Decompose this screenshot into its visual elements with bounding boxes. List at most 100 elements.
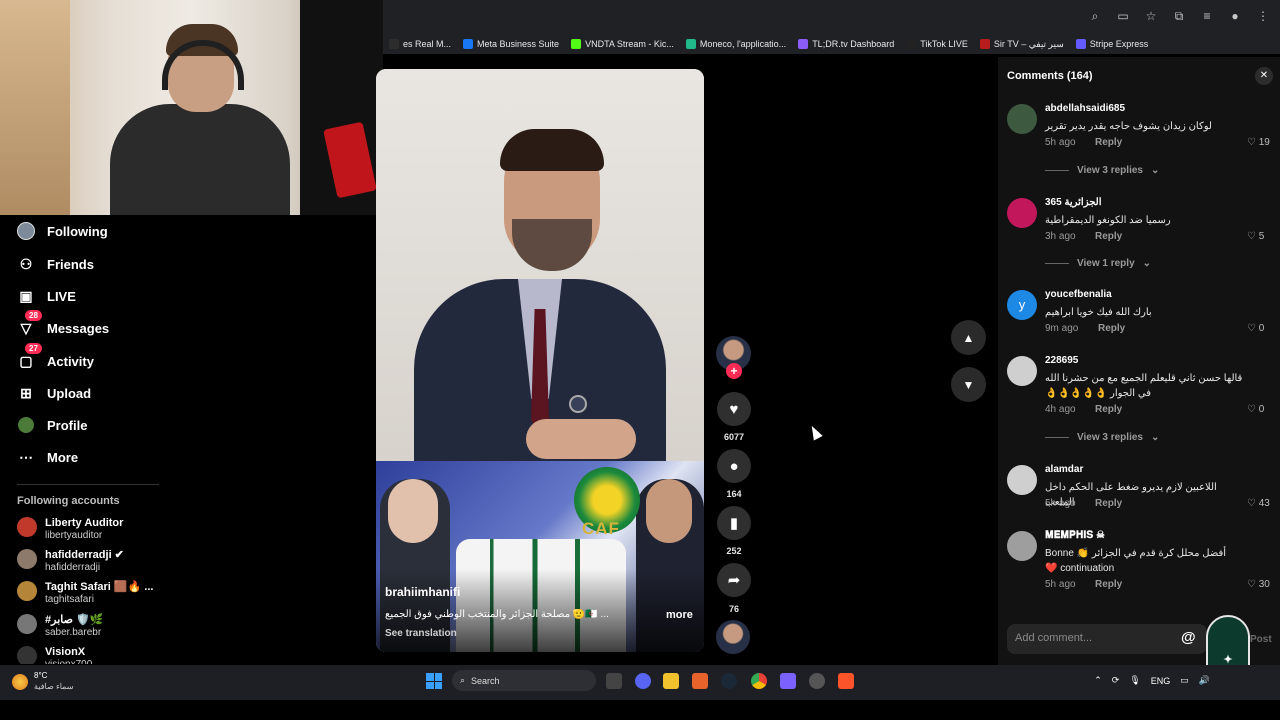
following-account[interactable]: hafidderradji ✔ hafidderradji: [17, 549, 124, 574]
profile-avatar-icon[interactable]: ●: [1228, 9, 1242, 23]
comment-like[interactable]: ♡ 30: [1247, 579, 1270, 590]
previous-video-button[interactable]: ▲: [951, 320, 986, 355]
nav-friends[interactable]: ⚇ Friends: [17, 255, 94, 273]
weather-sun-icon[interactable]: [12, 674, 28, 690]
avatar[interactable]: [1007, 531, 1037, 561]
like-button[interactable]: ♥: [717, 392, 751, 426]
comment-username[interactable]: الجزائرية 365: [1045, 197, 1102, 208]
view-replies-button[interactable]: View 3 replies ⌄: [1045, 432, 1159, 443]
nav-messages[interactable]: ▽ 28 Messages: [17, 310, 109, 337]
view-replies-button[interactable]: View 1 reply ⌄: [1045, 258, 1151, 269]
task-view-icon[interactable]: [606, 673, 622, 689]
chrome-icon[interactable]: [751, 673, 767, 689]
zoom-icon[interactable]: ⌕: [1088, 9, 1102, 23]
comment-like[interactable]: ♡ 0: [1247, 323, 1264, 334]
cast-icon[interactable]: ▭: [1116, 9, 1130, 23]
avatar[interactable]: [1007, 104, 1037, 134]
display-icon[interactable]: ▭: [1180, 675, 1189, 686]
comment-username[interactable]: youcefbenalia: [1045, 289, 1112, 300]
music-disc-avatar[interactable]: [716, 620, 750, 654]
volume-icon[interactable]: 🔊: [1199, 675, 1210, 686]
bookmark[interactable]: TikTok LIVE: [900, 39, 974, 49]
comment-username[interactable]: abdellahsaidi685: [1045, 103, 1125, 114]
nav-following[interactable]: Following: [17, 222, 108, 240]
address-bar[interactable]: [383, 5, 1083, 31]
windows-start-icon[interactable]: [426, 673, 442, 689]
sync-icon[interactable]: ⟳: [1112, 675, 1120, 686]
comment-username[interactable]: 228695: [1045, 355, 1078, 366]
comment-like[interactable]: ♡ 0: [1247, 404, 1264, 415]
divider-line: [1045, 437, 1069, 438]
nav-upload[interactable]: ⊞ Upload: [17, 384, 91, 402]
following-account[interactable]: Liberty Auditor libertyauditor: [17, 517, 123, 542]
following-account[interactable]: #صابر 🛡️🌿 saber.barebr: [17, 614, 103, 639]
avatar[interactable]: y: [1007, 290, 1037, 320]
avatar[interactable]: [1007, 356, 1037, 386]
media-icon[interactable]: ≡: [1200, 9, 1214, 23]
brave-icon[interactable]: [838, 673, 854, 689]
heart-outline-icon: ♡: [1247, 231, 1256, 242]
avatar-initial: y: [1018, 297, 1026, 312]
bookmark[interactable]: VNDTA Stream - Kic...: [565, 39, 680, 49]
bookmark[interactable]: Meta Business Suite: [457, 39, 565, 49]
next-video-button[interactable]: ▼: [951, 367, 986, 402]
comment-like[interactable]: ♡ 43: [1247, 498, 1270, 509]
steam-icon[interactable]: [721, 673, 737, 689]
following-account[interactable]: VisionXvisionx700: [17, 646, 92, 664]
avatar[interactable]: [1007, 465, 1037, 495]
language-indicator[interactable]: ENG: [1151, 676, 1171, 686]
discord-icon[interactable]: [635, 673, 651, 689]
post-comment-button[interactable]: Post: [1250, 634, 1272, 645]
weather-temperature: 8°C: [34, 671, 48, 680]
bookmark[interactable]: TL;DR.tv Dashboard: [792, 39, 900, 49]
bookmark[interactable]: Moneco, l'applicatio...: [680, 39, 792, 49]
video-author[interactable]: brahiimhanifi: [385, 585, 460, 599]
video-player[interactable]: CAF brahiimhanifi مصلحة الجزائر والمنتخب…: [376, 69, 704, 652]
nav-activity[interactable]: ▢ 27 Activity: [17, 343, 94, 370]
nav-more[interactable]: ⋯ More: [17, 448, 78, 466]
following-account[interactable]: Taghit Safari 🟫🔥 ... taghitsafari: [17, 581, 153, 606]
video-presenter-head: [646, 479, 692, 543]
friends-icon: ⚇: [19, 255, 33, 272]
feather-app-icon[interactable]: [780, 673, 796, 689]
star-icon[interactable]: ☆: [1144, 9, 1158, 23]
chevron-up-icon[interactable]: ⌃: [1094, 675, 1102, 686]
reply-button[interactable]: Reply: [1095, 404, 1122, 415]
bookmark[interactable]: Sir TV – سير تيفي: [974, 39, 1070, 50]
nav-live[interactable]: ▣ LIVE: [17, 287, 76, 305]
mute-icon[interactable]: [569, 395, 587, 413]
comment-like[interactable]: ♡ 5: [1247, 231, 1264, 242]
file-explorer-icon[interactable]: [663, 673, 679, 689]
reply-button[interactable]: Reply: [1095, 231, 1122, 242]
see-translation-link[interactable]: See translation: [385, 628, 457, 639]
obs-icon[interactable]: [809, 673, 825, 689]
comment-username[interactable]: alamdar: [1045, 464, 1083, 475]
menu-dots-icon[interactable]: ⋮: [1256, 9, 1270, 23]
comment-button[interactable]: ●: [717, 449, 751, 483]
mention-button[interactable]: @: [1181, 629, 1196, 646]
reply-button[interactable]: Reply: [1095, 579, 1122, 590]
share-button[interactable]: ➦: [717, 563, 751, 597]
comment-username[interactable]: 𝐌𝐄𝐌𝐏𝐇𝐈𝐒 ☠: [1045, 530, 1105, 541]
bookmark[interactable]: es Real M...: [383, 39, 457, 49]
close-comments-button[interactable]: ✕: [1255, 67, 1273, 85]
save-button[interactable]: ▮: [717, 506, 751, 540]
comment-like[interactable]: ♡ 19: [1247, 137, 1270, 148]
nav-profile[interactable]: Profile: [17, 416, 87, 434]
microphone-icon[interactable]: 🎙: [1129, 675, 1140, 686]
toolbar-icons: ⌕ ▭ ☆ ⧉ ≡ ● ⋮: [1088, 9, 1270, 23]
app-launcher-icon[interactable]: [692, 673, 708, 689]
add-comment-placeholder: Add comment...: [1015, 632, 1093, 644]
reply-button[interactable]: Reply: [1095, 137, 1122, 148]
follow-plus-icon[interactable]: +: [726, 363, 742, 379]
bookmark[interactable]: Stripe Express: [1070, 39, 1155, 49]
view-replies-button[interactable]: View 3 replies ⌄: [1045, 165, 1159, 176]
profile-icon: [17, 416, 35, 434]
avatar[interactable]: [1007, 198, 1037, 228]
caption-more-link[interactable]: more: [666, 609, 693, 621]
bookmark-icon: [571, 39, 582, 49]
reply-button[interactable]: Reply: [1095, 498, 1122, 509]
extensions-icon[interactable]: ⧉: [1172, 9, 1186, 23]
taskbar-search[interactable]: ⌕ Search: [452, 670, 596, 691]
reply-button[interactable]: Reply: [1098, 323, 1125, 334]
